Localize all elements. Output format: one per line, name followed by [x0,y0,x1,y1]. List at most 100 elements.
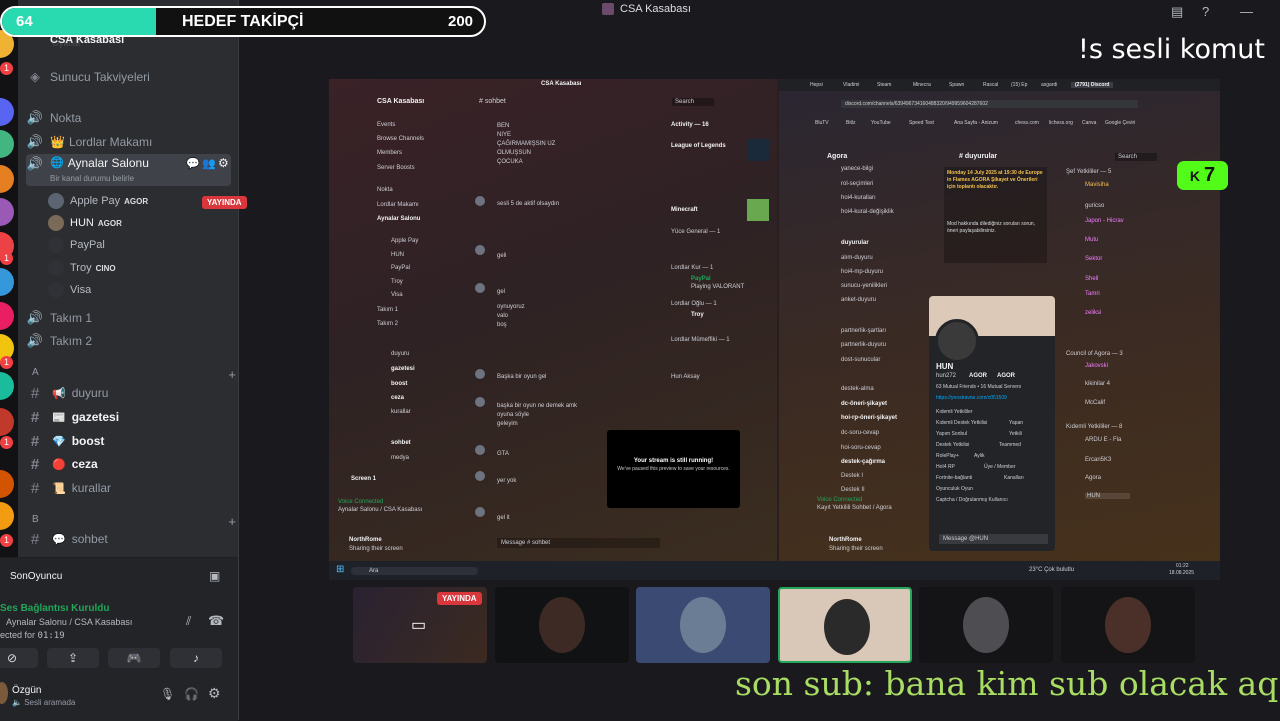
user-name: Visa [70,284,92,296]
message-avatar [475,507,485,517]
mini-channel: Aynalar Salonu [377,216,421,222]
voice-location[interactable]: Aynalar Salonu / CSA Kasabası [6,617,132,627]
mini-channel: Lordlar Makamı [377,202,419,208]
server-icon[interactable] [0,408,14,436]
unread-badge: 1 [0,252,13,265]
agora-channel: destek-çağırma [841,459,886,465]
channel-sohbet[interactable]: # 💬 sohbet [26,528,231,550]
mini-activity: Playing VALORANT [691,284,745,290]
mini-message: gel it [497,515,510,521]
voice-user-troy[interactable]: Troy CINO [48,258,116,278]
server-icon[interactable] [0,198,14,226]
help-icon[interactable]: ? [1202,4,1209,19]
channel-duyuru[interactable]: # 📢 duyuru [26,382,231,404]
browser-url: discord.com/channels/639496734160488320/… [841,100,1138,108]
member: Tamri [1085,291,1100,297]
agora-server-name: Agora [827,153,848,160]
connected-time: 01:19 [37,631,65,641]
gear-icon[interactable]: ⚙ [218,156,229,170]
voice-user-hun[interactable]: HUN AGOR [48,213,122,233]
taskbar-time: 01:22 [1176,563,1189,569]
participant-tile[interactable] [1061,587,1195,663]
profile-role: Kıdemli Destek Yetkilisi [936,420,988,426]
mini-user: Apple Pay [391,238,419,244]
profile-role: Aylik [974,453,985,459]
inbox-icon[interactable]: ▤ [1171,4,1183,20]
server-icon[interactable] [0,302,14,330]
server-icon[interactable] [0,98,14,126]
profile-role: Kıdemli Yetkililer [936,409,973,415]
voice-channel-takim-1[interactable]: 🔊 Takım 1 [26,307,231,329]
user-settings-gear-icon[interactable]: ⚙ [208,685,221,702]
connected-prefix: ected for [0,630,36,640]
unread-badge: 1 [0,356,13,369]
add-member-icon[interactable]: 👥 [202,157,216,170]
voice-user-paypal[interactable]: PayPal [48,235,105,255]
mini-voice-connected: Voice Connected [338,499,384,505]
menu-events: Events [377,122,396,128]
mini-voice-sub: Aynalar Salonu / CSA Kasabası [338,507,423,513]
voice-channel-aynalar-salonu[interactable]: 🔊 🌐 Aynalar Salonu 💬 👥 ⚙ Bir kanal durum… [26,154,231,186]
camera-off-button[interactable]: ⊘ [0,648,38,668]
headphones-icon[interactable]: 🎧 [184,687,199,701]
window-title-text: CSA Kasabası [620,3,691,15]
voice-user-visa[interactable]: Visa [48,280,91,300]
voice-channel-lordlar-makami[interactable]: 🔊 👑 Lordlar Makamı [26,131,231,153]
member: Ercan5K3 [1085,457,1112,463]
screen-share-preview[interactable]: CSA Kasabası CSA Kasabası # sohbet Searc… [329,79,1220,580]
server-icon[interactable] [0,268,14,296]
server-icon[interactable] [0,470,14,498]
noise-suppression-icon[interactable]: ⫽ [186,614,191,629]
server-icon[interactable] [0,130,14,158]
add-channel-icon[interactable]: + [228,367,236,382]
channel-status[interactable]: Bir kanal durumu belirle [50,174,134,183]
category-a[interactable]: A + [32,367,242,382]
windows-taskbar: ⊞ Ara 23°C Çok bulutlu 01:22 18.08.2025 [329,561,1220,580]
voice-channel-nokta[interactable]: 🔊 Nokta [26,107,231,129]
user-status: 🔈 Sesli aramada [12,698,75,707]
channel-kurallar[interactable]: # 📜 kurallar [26,477,231,499]
add-channel-icon[interactable]: + [228,514,236,529]
participant-tile-speaking[interactable] [778,587,912,663]
clan-tag: CINO [95,263,116,273]
boost-gem-icon: ◈ [30,69,40,84]
streamed-search: Search [672,98,715,106]
category-b[interactable]: B + [32,514,242,529]
server-icon[interactable] [0,372,14,400]
participant-tile[interactable] [919,587,1053,663]
channel-boost[interactable]: # 💎 boost [26,430,231,452]
channel-ceza[interactable]: # 🔴 ceza [26,453,231,475]
microphone-icon[interactable]: 🎙 [160,687,175,701]
user-status-text: Sesli aramada [24,698,76,707]
chat-icon[interactable]: 💬 [186,157,200,170]
channel-gazetesi[interactable]: # 📰 gazetesi [26,406,231,428]
member: ARDU E - Fla [1085,437,1122,443]
agora-channel: destek-alma [841,386,874,392]
mini-activity: Minecraft [671,207,698,213]
user-avatar[interactable] [0,682,8,704]
channel-label: kurallar [71,481,112,495]
disconnect-icon[interactable]: ☎ [208,613,224,629]
server-icon[interactable] [0,502,14,530]
profile-role: Oyunculuk Oyun [936,486,973,492]
server-boosts-link[interactable]: ◈ Sunucu Takviyeleri [26,66,231,88]
participant-tile-stream[interactable]: YAYINDA ▭ [353,587,487,663]
activities-button[interactable]: 🎮 [108,648,160,668]
participant-tile[interactable] [636,587,770,663]
mini-user-name: NorthRome [829,537,862,543]
participant-tile[interactable] [495,587,629,663]
user-name[interactable]: Özgün [12,685,41,696]
voice-channel-takim-2[interactable]: 🔊 Takım 2 [26,330,231,352]
share-screen-button[interactable]: ⇪ [47,648,99,668]
channel-label: Takım 1 [50,311,93,325]
voice-command-overlay: !s sesli komut [1078,34,1265,65]
profile-role: Yetkili [1009,431,1022,437]
browser-tab: asgardi [1041,82,1058,88]
server-icon[interactable] [0,165,14,193]
voice-user-apple-pay[interactable]: Apple Pay AGOR [48,191,148,211]
mini-channel: ceza [391,395,405,401]
minimize-icon[interactable]: — [1240,4,1253,19]
soundboard-button[interactable]: ♪ [170,648,222,668]
server-thumbnail-icon [602,3,614,15]
screen-share-toggle-icon[interactable]: ▣ [209,569,220,583]
